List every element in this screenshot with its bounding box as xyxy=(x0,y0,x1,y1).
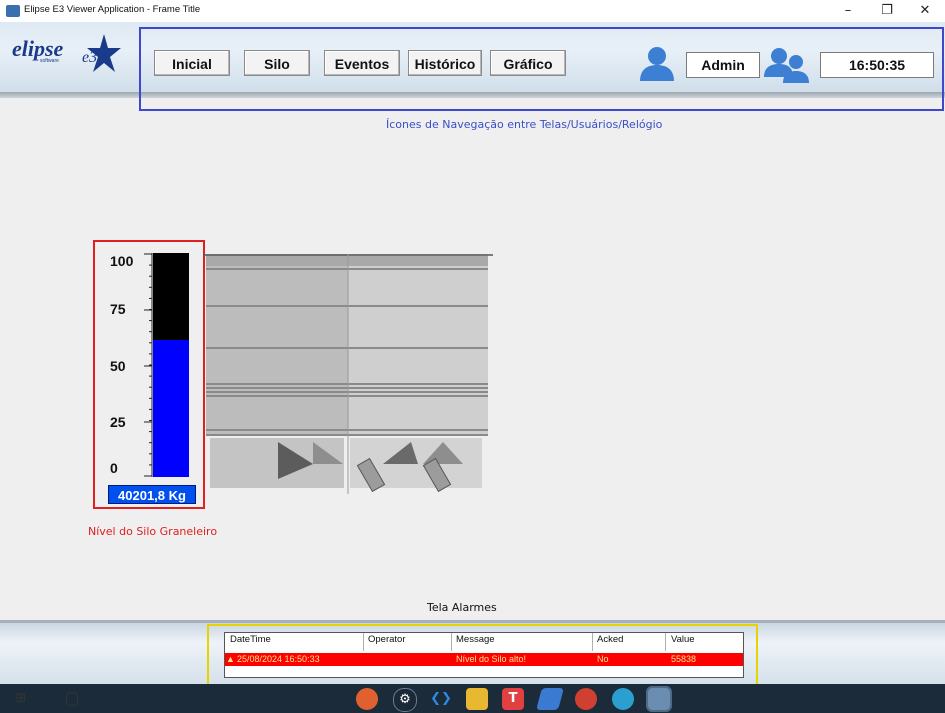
alarm-acked: No xyxy=(597,654,609,664)
column-divider xyxy=(363,633,364,651)
column-header-acked[interactable]: Acked xyxy=(597,634,623,645)
column-header-value[interactable]: Value xyxy=(671,634,695,645)
column-divider xyxy=(451,633,452,651)
silo-weight-display: 40201,8 Kg xyxy=(108,485,196,504)
logo-sub: software xyxy=(40,58,59,64)
alarm-row[interactable]: ▲ 25/08/2024 16:50:33 Nível do Silo alto… xyxy=(225,653,743,666)
tick-label-75: 75 xyxy=(110,301,126,317)
restore-button[interactable]: ❐ xyxy=(872,1,902,21)
app-icon xyxy=(6,5,20,17)
level-bar xyxy=(153,253,189,477)
tick-label-0: 0 xyxy=(110,460,118,476)
app-blue-icon[interactable] xyxy=(536,688,564,710)
file-explorer-icon[interactable] xyxy=(466,688,488,710)
column-header-datetime[interactable]: DateTime xyxy=(230,634,271,645)
silo-illustration xyxy=(203,254,493,494)
level-bar-fill xyxy=(153,340,189,477)
steam-icon[interactable]: ⚙ xyxy=(393,688,417,712)
column-divider xyxy=(592,633,593,651)
level-caption: Nível do Silo Graneleiro xyxy=(88,525,218,538)
navigation-highlight-box xyxy=(139,27,944,111)
vscode-icon[interactable]: ❮❯ xyxy=(430,688,452,710)
minimize-button[interactable]: – xyxy=(833,1,863,21)
alarm-value: 55838 xyxy=(671,654,697,664)
alarm-table[interactable]: DateTime Operator Message Acked Value ▲ … xyxy=(224,632,744,678)
alarm-warning-icon: ▲ xyxy=(226,654,235,664)
start-button-icon[interactable]: ⊞ xyxy=(10,688,32,710)
column-header-operator[interactable]: Operator xyxy=(368,634,406,645)
nav-caption: Ícones de Navegação entre Telas/Usuários… xyxy=(386,118,663,131)
tick-label-100: 100 xyxy=(110,253,134,269)
app-red-icon[interactable] xyxy=(575,688,597,710)
chrome-icon[interactable] xyxy=(356,688,378,710)
app-teal-icon[interactable] xyxy=(612,688,634,710)
window-titlebar: Elipse E3 Viewer Application - Frame Tit… xyxy=(0,0,945,22)
elipse-viewer-icon[interactable] xyxy=(646,686,672,712)
e3-logo-text: e3 xyxy=(82,49,97,66)
tick-label-50: 50 xyxy=(110,358,126,374)
column-divider xyxy=(665,633,666,651)
app-t-icon[interactable]: T xyxy=(502,688,524,710)
alarms-caption: Tela Alarmes xyxy=(427,601,497,614)
close-button[interactable]: ✕ xyxy=(910,1,940,21)
alarm-message: Nível do Silo alto! xyxy=(456,654,527,664)
taskbar: ⊞ ⚙ ❮❯ T xyxy=(0,684,945,713)
column-header-message[interactable]: Message xyxy=(456,634,495,645)
alarm-datetime: 25/08/2024 16:50:33 xyxy=(237,654,320,664)
search-icon[interactable] xyxy=(66,692,78,706)
window-title: Elipse E3 Viewer Application - Frame Tit… xyxy=(24,4,201,15)
e3-star-logo: e3 xyxy=(82,34,121,72)
elipse-logo: elipse software xyxy=(12,36,63,64)
tick-label-25: 25 xyxy=(110,414,126,430)
